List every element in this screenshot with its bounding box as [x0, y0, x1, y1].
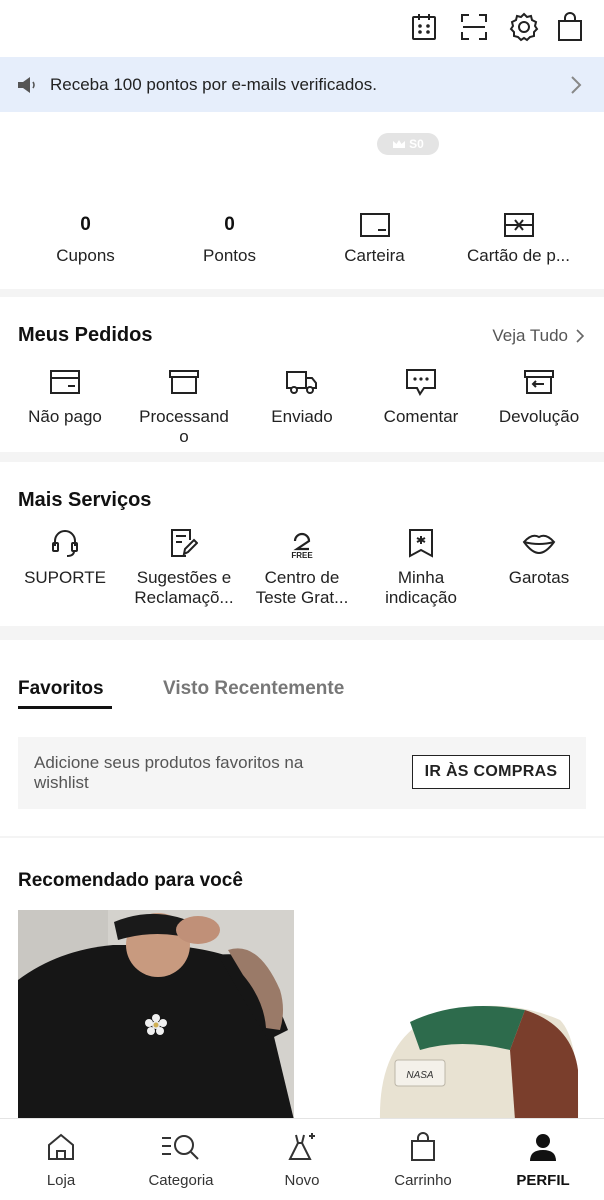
order-processing-label: Processand o: [139, 407, 229, 446]
orders-title: Meus Pedidos: [18, 324, 153, 346]
order-unpaid-label: Não pago: [28, 407, 102, 426]
nav-profile[interactable]: PERFIL: [483, 1131, 603, 1189]
nav-new[interactable]: Novo: [242, 1131, 362, 1189]
nav-shop-label: Loja: [46, 1172, 76, 1189]
tab-favorites[interactable]: Favoritos: [18, 678, 104, 700]
headset-icon: [5, 526, 125, 560]
order-shipped-label: Enviado: [271, 407, 333, 426]
orders-section: Meus Pedidos Veja Tudo Não pago Processa…: [0, 297, 604, 452]
service-girls[interactable]: Garotas: [479, 526, 599, 588]
stat-points[interactable]: 0 Pontos: [154, 212, 305, 266]
settings-gear-icon[interactable]: [507, 10, 541, 44]
top-bar: [0, 0, 604, 57]
banner-text: Receba 100 pontos por e-mails verificado…: [50, 74, 377, 94]
nav-category[interactable]: Categoria: [121, 1131, 241, 1189]
wishlist-empty-box: Adicione seus produtos favoritos na wish…: [18, 737, 586, 809]
service-free-trial-label: Centro de Teste Grat...: [255, 568, 349, 607]
wishlist-empty-text: Adicione seus produtos favoritos na wish…: [34, 753, 304, 792]
referral-icon: [361, 526, 481, 560]
view-all-link[interactable]: Veja Tudo: [492, 326, 584, 346]
speaker-icon: [16, 76, 38, 94]
free-icon-text: FREE: [291, 551, 313, 559]
product-image-cap[interactable]: NASA: [310, 910, 604, 1120]
category-search-icon: [121, 1131, 241, 1163]
stat-wallet[interactable]: Carteira: [299, 212, 450, 266]
stat-gift-card[interactable]: Cartão de p...: [443, 212, 594, 266]
order-return[interactable]: Devolução: [479, 365, 599, 427]
active-tab-underline: [18, 706, 112, 709]
order-unpaid[interactable]: Não pago: [5, 365, 125, 427]
wallet-label: Carteira: [344, 246, 405, 265]
nav-shop[interactable]: Loja: [1, 1131, 121, 1189]
service-feedback-label: Sugestões e Reclamaçõ...: [134, 568, 234, 607]
services-section: Mais Serviços SUPORTE Sugestões e Reclam…: [0, 462, 604, 626]
recommended-section: Recomendado para você NASA: [0, 838, 604, 1120]
service-referral[interactable]: Minha indicação: [361, 526, 481, 608]
wallet-icon: [299, 212, 450, 238]
gift-card-label: Cartão de p...: [466, 246, 570, 265]
services-title: Mais Serviços: [18, 489, 152, 511]
lips-icon: [479, 526, 599, 560]
order-comment-label: Comentar: [383, 407, 459, 426]
points-label: Pontos: [203, 246, 256, 265]
calendar-checkin-icon[interactable]: [407, 10, 441, 44]
cap-logo-text: NASA: [406, 1070, 434, 1081]
chevron-right-icon: [570, 75, 582, 95]
box-processing-icon: [124, 365, 244, 399]
gift-card-icon: [443, 212, 594, 238]
comment-icon: [361, 365, 481, 399]
order-return-label: Devolução: [498, 407, 580, 426]
free-trial-icon: FREE: [242, 526, 362, 560]
service-girls-label: Garotas: [508, 568, 570, 587]
nav-cart-label: Carrinho: [394, 1172, 452, 1189]
order-processing[interactable]: Processand o: [124, 365, 244, 447]
service-feedback[interactable]: Sugestões e Reclamaçõ...: [124, 526, 244, 608]
nav-new-label: Novo: [284, 1172, 320, 1189]
feedback-edit-icon: [124, 526, 244, 560]
stat-coupons[interactable]: 0 Cupons: [10, 212, 161, 266]
nav-cart[interactable]: Carrinho: [363, 1131, 483, 1189]
bottom-navigation: Loja Categoria Novo Carrinho PERFIL: [0, 1118, 604, 1200]
view-all-label: Veja Tudo: [492, 326, 568, 345]
badge-text: S0: [409, 137, 424, 151]
service-free-trial[interactable]: FREE Centro de Teste Grat...: [242, 526, 362, 608]
return-box-icon: [479, 365, 599, 399]
profile-summary: S0 0 Cupons 0 Pontos Carteira Cartão de …: [0, 112, 604, 289]
shopping-bag-icon[interactable]: [553, 10, 587, 44]
nav-category-label: Categoria: [148, 1172, 214, 1189]
tab-recently-viewed[interactable]: Visto Recentemente: [163, 678, 344, 700]
favorites-section: Favoritos Visto Recentemente Adicione se…: [0, 640, 604, 836]
coupons-label: Cupons: [56, 246, 115, 265]
product-image-tshirt[interactable]: [18, 910, 294, 1120]
promo-banner[interactable]: Receba 100 pontos por e-mails verificado…: [0, 57, 604, 112]
coupons-count: 0: [80, 214, 91, 235]
go-shopping-button[interactable]: IR ÀS COMPRAS: [412, 755, 570, 789]
recommended-title: Recomendado para você: [18, 870, 243, 891]
member-level-badge[interactable]: S0: [377, 133, 439, 155]
service-referral-label: Minha indicação: [385, 568, 457, 607]
crown-icon: [392, 139, 406, 149]
profile-icon: [483, 1131, 603, 1163]
service-support-label: SUPORTE: [24, 568, 106, 587]
points-count: 0: [224, 214, 235, 235]
new-dress-icon: [242, 1131, 362, 1163]
wallet-unpaid-icon: [5, 365, 125, 399]
chevron-right-icon: [576, 329, 584, 343]
truck-icon: [242, 365, 362, 399]
cart-bag-icon: [363, 1131, 483, 1163]
order-comment[interactable]: Comentar: [361, 365, 481, 427]
order-shipped[interactable]: Enviado: [242, 365, 362, 427]
service-support[interactable]: SUPORTE: [5, 526, 125, 588]
nav-profile-label: PERFIL: [516, 1172, 570, 1189]
scan-icon[interactable]: [457, 10, 491, 44]
home-icon: [1, 1131, 121, 1163]
